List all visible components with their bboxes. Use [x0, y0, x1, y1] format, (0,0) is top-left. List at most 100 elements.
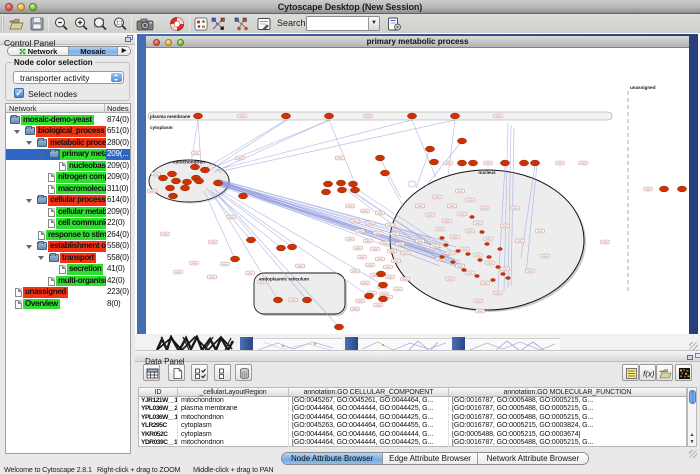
network-node[interactable] [246, 237, 255, 243]
background-window-edge[interactable] [240, 337, 253, 351]
expander-icon[interactable] [38, 153, 44, 157]
table-cell[interactable]: YLR295C [139, 422, 178, 430]
table-cell[interactable]: [GO:0045267, GO:0045261, GO:0044464, G..… [289, 397, 449, 405]
zoom-actual-icon[interactable]: 1:1 [112, 16, 128, 32]
network-node-small[interactable] [462, 269, 467, 272]
network-node[interactable] [213, 180, 222, 186]
network-node[interactable] [168, 193, 177, 199]
table-cell[interactable]: cytoplasm [178, 431, 289, 439]
select-nodes-checkbox[interactable]: ✓ [14, 88, 24, 98]
tree-row-primary-metabo[interactable]: primary metabo209(... [6, 149, 130, 161]
layout-region-icon[interactable] [233, 16, 250, 32]
lifesaver-icon[interactable] [169, 16, 185, 32]
frame-minimize-button[interactable] [165, 39, 172, 46]
table-cell[interactable]: [GO:0016787, GO:0005488, GO:0005215, G..… [449, 439, 686, 447]
scroll-up-icon[interactable]: ▲ [688, 432, 696, 439]
network-node[interactable] [380, 170, 389, 176]
network-node-small[interactable] [451, 261, 456, 264]
table-row[interactable]: YPL036W__1mitochondrion[GO:0044464, GO:0… [139, 414, 686, 422]
panel-resize-grip-icon[interactable] [689, 450, 697, 458]
network-node[interactable] [165, 185, 174, 191]
formula-button[interactable]: f(x) [639, 364, 656, 381]
network-node[interactable] [194, 178, 203, 184]
network-node[interactable] [519, 160, 528, 166]
attribute-table-button[interactable] [143, 364, 160, 381]
network-node-small[interactable] [456, 250, 461, 253]
save-icon[interactable] [29, 16, 45, 32]
background-window-edge[interactable] [345, 337, 358, 351]
zoom-fit-icon[interactable] [92, 16, 108, 32]
network-node-small[interactable] [444, 244, 449, 247]
network-node[interactable] [238, 193, 247, 199]
table-cell[interactable]: plasma membrane [178, 405, 289, 413]
zoom-in-icon[interactable] [73, 16, 89, 32]
search-config-icon[interactable] [386, 16, 402, 32]
table-cell[interactable]: [GO:0016787, GO:0005488, GO:0005215, G..… [449, 397, 686, 405]
minimize-window-button[interactable] [17, 3, 25, 11]
network-node-small[interactable] [480, 231, 485, 234]
tab-network[interactable]: Network [8, 47, 69, 55]
network-node-small[interactable] [498, 248, 503, 251]
tree-row-overview[interactable]: Overview8(0) [6, 298, 130, 310]
network-node[interactable] [171, 178, 180, 184]
network-node[interactable] [336, 180, 345, 186]
table-cell[interactable]: YPL036W__1 [139, 414, 178, 422]
network-node[interactable] [193, 113, 202, 119]
network-node[interactable] [323, 181, 332, 187]
table-cell[interactable]: YJR121W__1 [139, 397, 178, 405]
network-node[interactable] [324, 113, 333, 119]
table-cell[interactable]: YPL036W__2 [139, 405, 178, 413]
expander-icon[interactable] [14, 130, 20, 134]
tree-row-mosaic-demo-yeast[interactable]: mosaic-demo-yeast874(0) [6, 114, 130, 126]
table-column-header[interactable]: _cellularLayoutRegion [178, 388, 289, 396]
frame-zoom-button[interactable] [177, 39, 184, 46]
expander-icon[interactable] [26, 199, 32, 203]
toolbar-drag-handle[interactable] [1, 16, 4, 31]
network-node[interactable] [376, 271, 385, 277]
network-node-small[interactable] [466, 253, 471, 256]
vizmapper-icon[interactable] [193, 16, 209, 32]
network-node[interactable] [276, 245, 285, 251]
network-node-small[interactable] [478, 259, 483, 262]
network-node[interactable] [230, 256, 239, 262]
table-row[interactable]: YPL036W__2plasma membrane[GO:0044464, GO… [139, 405, 686, 413]
scrollbar-thumb[interactable] [689, 390, 696, 404]
tree-row-cell-communicat[interactable]: cell communicat22(0) [6, 218, 130, 230]
select-attributes-button[interactable] [191, 364, 208, 381]
network-node[interactable] [180, 185, 189, 191]
network-node[interactable] [429, 159, 438, 165]
network-node-small[interactable] [491, 279, 496, 282]
table-cell[interactable]: [GO:0044464, GO:0044444, GO:0044425, G..… [289, 414, 449, 422]
frame-titlebar[interactable]: primary metabolic process [146, 36, 689, 48]
layout-network-icon[interactable] [210, 16, 227, 32]
edge[interactable] [416, 149, 430, 188]
tree-row-macromolecule[interactable]: macromolecule311(0) [6, 183, 130, 195]
new-attribute-button[interactable] [168, 364, 185, 381]
tree-row-biological-process[interactable]: biological_process651(0) [6, 126, 130, 138]
table-cell[interactable]: [GO:0044464, GO:0044444, GO:0044425, G..… [289, 439, 449, 447]
network-node[interactable] [337, 187, 346, 193]
network-node[interactable] [348, 181, 357, 187]
network-node[interactable] [321, 189, 330, 195]
network-node-small[interactable] [496, 266, 501, 269]
table-cell[interactable]: YKR052C [139, 431, 178, 439]
network-node[interactable] [302, 297, 311, 303]
network-node[interactable] [378, 282, 387, 288]
network-node[interactable] [375, 155, 384, 161]
table-column-header[interactable]: annotation.GO MOLECULAR_FUNCTION [449, 388, 686, 396]
network-node[interactable] [273, 297, 282, 303]
table-cell[interactable]: mitochondrion [178, 414, 289, 422]
network-node[interactable] [158, 175, 167, 181]
network-node[interactable] [407, 113, 416, 119]
table-cell[interactable]: [GO:0016787, GO:0005488, GO:0005215, G..… [449, 405, 686, 413]
expander-icon[interactable] [26, 245, 32, 249]
close-window-button[interactable] [5, 3, 13, 11]
network-node-small[interactable] [487, 256, 492, 259]
delete-attribute-button[interactable] [235, 364, 252, 381]
table-row[interactable]: YKR052Ccytoplasm[GO:0044464, GO:0044446,… [139, 431, 686, 439]
network-node[interactable] [457, 138, 466, 144]
tree-row-establishment-of-lo[interactable]: establishment of lo558(0) [6, 241, 130, 253]
edge[interactable] [212, 120, 330, 168]
network-node[interactable] [659, 186, 668, 192]
table-cell[interactable]: YDR039C__1 [139, 439, 178, 447]
